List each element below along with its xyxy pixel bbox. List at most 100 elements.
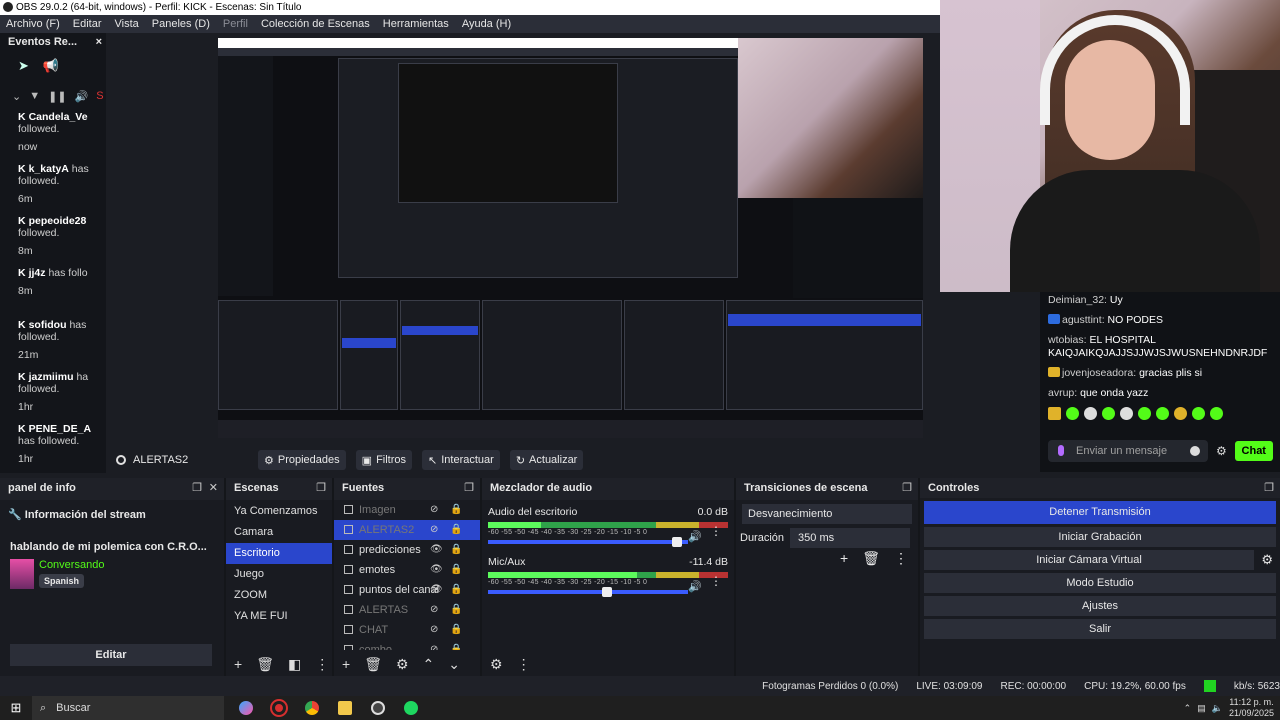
filter-icon[interactable]: ▼ [29,90,40,102]
obs-icon[interactable] [367,697,389,719]
chat-username[interactable]: avrup: [1048,387,1077,399]
more-icon[interactable]: ⋮ [710,574,722,588]
scene-item[interactable]: Juego [226,564,332,585]
filter-icon[interactable]: ◧ [288,656,301,673]
duration-input[interactable]: 350 ms [790,528,911,548]
menu-item[interactable]: Herramientas [383,18,449,30]
windows-start-icon[interactable]: ⊞ [0,700,32,716]
virtual-camera-gear-icon[interactable]: ⚙ [1261,552,1273,568]
actualizar-button[interactable]: ↻ Actualizar [509,450,584,470]
eye-icon[interactable]: 👁 [430,560,443,580]
scene-item[interactable]: Camara [226,522,332,543]
source-item[interactable]: combo ⊘ 🔒 [334,640,480,650]
source-item[interactable]: ALERTAS ⊘ 🔒 [334,600,480,620]
add-icon[interactable]: + [840,550,848,567]
undock-icon[interactable]: ❐ [316,478,326,498]
menu-item[interactable]: Paneles (D) [152,18,210,30]
emote-icon[interactable] [1156,407,1169,420]
scene-item[interactable]: Escritorio [226,543,332,564]
source-item[interactable]: emotes 👁 🔒 [334,560,480,580]
network-icon[interactable]: ▤ [1197,703,1206,714]
add-icon[interactable]: + [342,656,350,672]
source-item[interactable]: predicciones 👁 🔒 [334,540,480,560]
lock-icon[interactable]: 🔒 [450,500,462,520]
trash-icon[interactable]: 🗑 [256,656,274,673]
emote-icon[interactable] [1174,407,1187,420]
emote-icon[interactable] [1120,407,1133,420]
control-button[interactable]: Detener Transmisión [924,501,1276,524]
undock-icon[interactable]: ❐ [464,478,474,498]
control-button[interactable]: Ajustes [924,596,1276,616]
menu-item[interactable]: Perfil [223,18,248,30]
close-icon[interactable]: × [96,33,102,51]
microphone-icon[interactable] [1058,445,1064,456]
lock-icon[interactable]: 🔒 [450,640,462,650]
megaphone-icon[interactable]: 📢 [43,58,59,74]
lock-icon[interactable]: 🔒 [450,560,462,580]
trash-icon[interactable]: 🗑 [364,656,382,673]
chat-send-button[interactable]: Chat [1234,441,1273,461]
lock-icon[interactable]: 🔒 [450,600,462,620]
eye-hidden-icon[interactable]: ⊘ [430,640,438,650]
fader-knob[interactable] [602,587,612,597]
menu-item[interactable]: Archivo (F) [6,18,60,30]
volume-fader[interactable] [488,587,688,597]
tray-chevron-icon[interactable]: ⌃ [1184,703,1192,714]
menu-item[interactable]: Vista [115,18,139,30]
undock-icon[interactable]: ❐ [902,478,912,498]
control-button[interactable]: Salir [924,619,1276,639]
chat-username[interactable]: Deimian_32: [1048,294,1107,306]
emote-icon[interactable] [1084,407,1097,420]
lock-icon[interactable]: 🔒 [450,520,462,540]
gear-icon[interactable]: ⚙ [396,656,409,673]
chevron-down-icon[interactable]: ⌄ [448,656,460,673]
stream-preview[interactable] [218,38,923,438]
lock-icon[interactable]: 🔒 [450,620,462,640]
transition-select[interactable]: Desvanecimiento [742,504,912,524]
chevron-up-icon[interactable]: ⌃ [423,656,435,673]
undock-icon[interactable]: ❐ [192,478,202,498]
emote-icon[interactable] [1210,407,1223,420]
skip-icon[interactable]: S [96,90,103,102]
pause-icon[interactable]: ❚❚ [48,90,66,103]
source-item[interactable]: CHAT ⊘ 🔒 [334,620,480,640]
volume-icon[interactable]: 🔊 [75,90,89,103]
scene-item[interactable]: ZOOM [226,585,332,606]
taskbar-search[interactable]: ⌕ Buscar [32,696,224,720]
file-explorer-icon[interactable] [334,697,356,719]
advanced-audio-icon[interactable]: ⚙ [490,656,503,673]
chat-username[interactable]: wtobias: [1048,334,1087,346]
eye-icon[interactable]: 👁 [430,540,443,560]
chat-username[interactable]: jovenjoseadora: [1062,367,1136,379]
eye-icon[interactable]: 👁 [430,580,443,600]
spotify-icon[interactable] [400,697,422,719]
source-item[interactable]: Imagen ⊘ 🔒 [334,500,480,520]
send-icon[interactable]: ➤ [18,58,29,74]
control-button[interactable]: Iniciar Grabación [924,527,1276,547]
interactuar-button[interactable]: ↖ Interactuar [422,450,500,470]
emote-icon[interactable] [1192,407,1205,420]
chat-username[interactable]: agusttint: [1062,314,1105,326]
speaker-icon[interactable]: 🔊 [688,530,702,543]
emote-icon[interactable] [1138,407,1151,420]
menu-item[interactable]: Ayuda (H) [462,18,511,30]
volume-fader[interactable] [488,537,688,547]
speaker-icon[interactable]: 🔊 [688,580,702,593]
source-item[interactable]: puntos del canal 👁 🔒 [334,580,480,600]
app-icon-color[interactable] [235,697,257,719]
emote-icon[interactable] [1066,407,1079,420]
opera-icon[interactable] [268,697,290,719]
more-icon[interactable]: ⋮ [315,656,329,673]
chevron-down-icon[interactable]: ⌄ [12,90,21,103]
chrome-icon[interactable] [301,697,323,719]
filtros-button[interactable]: ▣ Filtros [355,450,413,470]
menu-item[interactable]: Editar [73,18,102,30]
source-item[interactable]: ALERTAS2 ⊘ 🔒 [334,520,480,540]
fader-knob[interactable] [672,537,683,547]
more-icon[interactable]: ⋮ [894,550,908,567]
control-button[interactable]: Modo Estudio [924,573,1276,593]
emoji-icon[interactable] [1190,446,1200,456]
volume-icon[interactable]: 🔈 [1212,703,1223,714]
chat-settings-gear-icon[interactable]: ⚙ [1216,444,1227,458]
lock-icon[interactable]: 🔒 [450,580,462,600]
